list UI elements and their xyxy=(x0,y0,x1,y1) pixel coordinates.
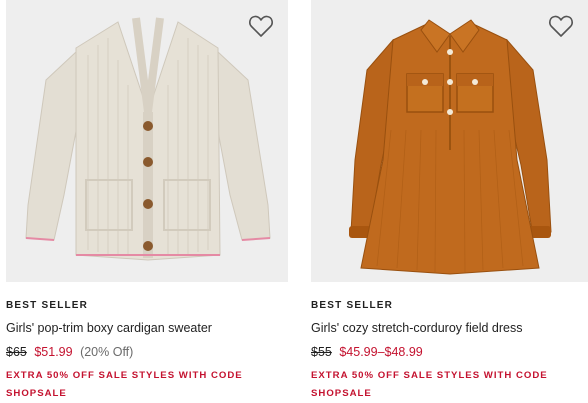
price-row: $55 $45.99–$48.99 xyxy=(311,345,427,359)
cardigan-illustration xyxy=(6,0,288,282)
original-price: $65 xyxy=(6,345,27,359)
sale-price: $45.99–$48.99 xyxy=(339,345,423,359)
promo-text: EXTRA 50% OFF SALE STYLES WITH CODE SHOP… xyxy=(6,370,243,399)
best-seller-badge: BEST SELLER xyxy=(311,300,394,311)
best-seller-badge: BEST SELLER xyxy=(6,300,89,311)
product-image-dress[interactable] xyxy=(311,0,588,282)
product-title[interactable]: Girls' pop-trim boxy cardigan sweater xyxy=(6,321,212,335)
product-card[interactable]: BEST SELLER Girls' cozy stretch-corduroy… xyxy=(311,0,588,399)
dress-illustration xyxy=(311,0,588,282)
heart-outline-icon[interactable] xyxy=(248,14,274,38)
promo-text: EXTRA 50% OFF SALE STYLES WITH CODE SHOP… xyxy=(311,370,548,399)
price-row: $65 $51.99 (20% Off) xyxy=(6,345,133,359)
original-price: $55 xyxy=(311,345,332,359)
discount-percent: (20% Off) xyxy=(80,345,134,359)
product-card[interactable]: BEST SELLER Girls' pop-trim boxy cardiga… xyxy=(6,0,288,399)
heart-outline-icon[interactable] xyxy=(548,14,574,38)
product-title[interactable]: Girls' cozy stretch-corduroy field dress xyxy=(311,321,522,335)
product-image-cardigan[interactable] xyxy=(6,0,288,282)
sale-price: $51.99 xyxy=(34,345,73,359)
